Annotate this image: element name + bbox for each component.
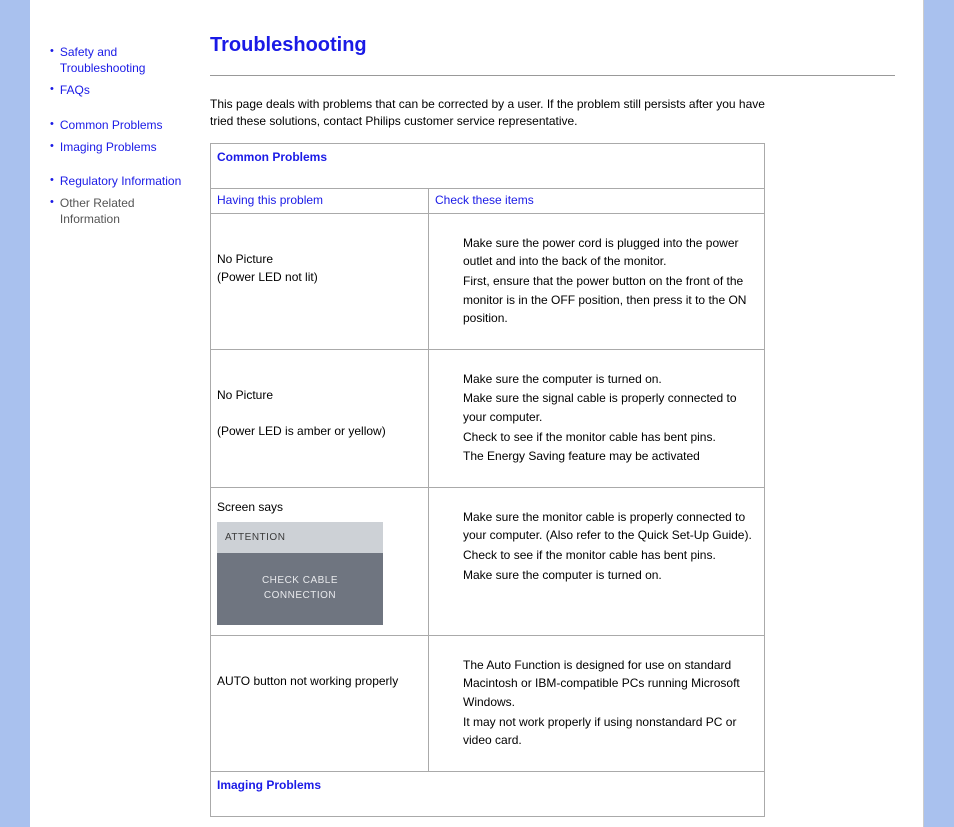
table-row: No Picture (Power LED not lit) Make sure… [211, 213, 765, 349]
sidebar-item-safety[interactable]: Safety and Troubleshooting [50, 44, 192, 76]
column-headers: Having this problem Check these items [211, 188, 765, 213]
problem-line: No Picture [217, 252, 273, 266]
troubleshooting-table: Common Problems Having this problem Chec… [210, 143, 765, 817]
osd-body: CHECK CABLE CONNECTION [217, 553, 383, 625]
problem-cell: Screen says ATTENTION CHECK CABLE CONNEC… [211, 487, 429, 635]
section-header-common: Common Problems [211, 143, 765, 188]
page-title: Troubleshooting [210, 34, 895, 57]
main-content: Troubleshooting This page deals with pro… [200, 0, 923, 827]
solution-text: Make sure the monitor cable is properly … [463, 508, 754, 545]
section-header-imaging: Imaging Problems [211, 771, 765, 816]
solution-text: Make sure the computer is turned on. [463, 370, 754, 389]
table-row: AUTO button not working properly The Aut… [211, 635, 765, 771]
problem-line: Screen says [217, 500, 283, 514]
problem-line: No Picture [217, 388, 273, 402]
problem-cell: No Picture (Power LED not lit) [211, 213, 429, 349]
solution-text: It may not work properly if using nonsta… [463, 713, 754, 750]
divider [210, 75, 895, 76]
sidebar-link[interactable]: Other Related Information [60, 195, 192, 227]
col-solution: Check these items [429, 188, 765, 213]
problem-line: AUTO button not working properly [217, 674, 398, 688]
sidebar-item-other[interactable]: Other Related Information [50, 195, 192, 227]
left-stripe [0, 0, 30, 827]
sidebar-link[interactable]: FAQs [60, 82, 90, 98]
sidebar-link[interactable]: Imaging Problems [60, 139, 157, 155]
solution-text: First, ensure that the power button on t… [463, 272, 754, 328]
solution-text: Check to see if the monitor cable has be… [463, 546, 754, 565]
sidebar-item-imaging[interactable]: Imaging Problems [50, 139, 192, 155]
problem-cell: No Picture (Power LED is amber or yellow… [211, 349, 429, 487]
problem-line: (Power LED not lit) [217, 270, 318, 284]
intro-text: This page deals with problems that can b… [210, 96, 770, 131]
sidebar-link[interactable]: Safety and Troubleshooting [60, 44, 192, 76]
solution-cell: Make sure the monitor cable is properly … [429, 487, 765, 635]
osd-header: ATTENTION [217, 522, 383, 553]
osd-message-box: ATTENTION CHECK CABLE CONNECTION [217, 522, 383, 625]
section-title: Imaging Problems [211, 771, 765, 816]
problem-line: (Power LED is amber or yellow) [217, 424, 386, 438]
sidebar-link[interactable]: Regulatory Information [60, 173, 181, 189]
table-row: Screen says ATTENTION CHECK CABLE CONNEC… [211, 487, 765, 635]
sidebar-item-faqs[interactable]: FAQs [50, 82, 192, 98]
table-row: No Picture (Power LED is amber or yellow… [211, 349, 765, 487]
sidebar-item-common[interactable]: Common Problems [50, 117, 192, 133]
solution-cell: Make sure the power cord is plugged into… [429, 213, 765, 349]
section-title: Common Problems [211, 143, 765, 188]
problem-cell: AUTO button not working properly [211, 635, 429, 771]
solution-text: Make sure the power cord is plugged into… [463, 234, 754, 271]
solution-text: Check to see if the monitor cable has be… [463, 428, 754, 447]
sidebar: Safety and Troubleshooting FAQs Common P… [30, 0, 200, 827]
sidebar-item-regulatory[interactable]: Regulatory Information [50, 173, 192, 189]
solution-text: Make sure the computer is turned on. [463, 566, 754, 585]
solution-text: The Auto Function is designed for use on… [463, 656, 754, 712]
col-problem: Having this problem [211, 188, 429, 213]
sidebar-link[interactable]: Common Problems [60, 117, 163, 133]
solution-cell: The Auto Function is designed for use on… [429, 635, 765, 771]
right-stripe [924, 0, 954, 827]
solution-text: Make sure the signal cable is properly c… [463, 389, 754, 426]
solution-text: The Energy Saving feature may be activat… [463, 447, 754, 466]
solution-cell: Make sure the computer is turned on. Mak… [429, 349, 765, 487]
